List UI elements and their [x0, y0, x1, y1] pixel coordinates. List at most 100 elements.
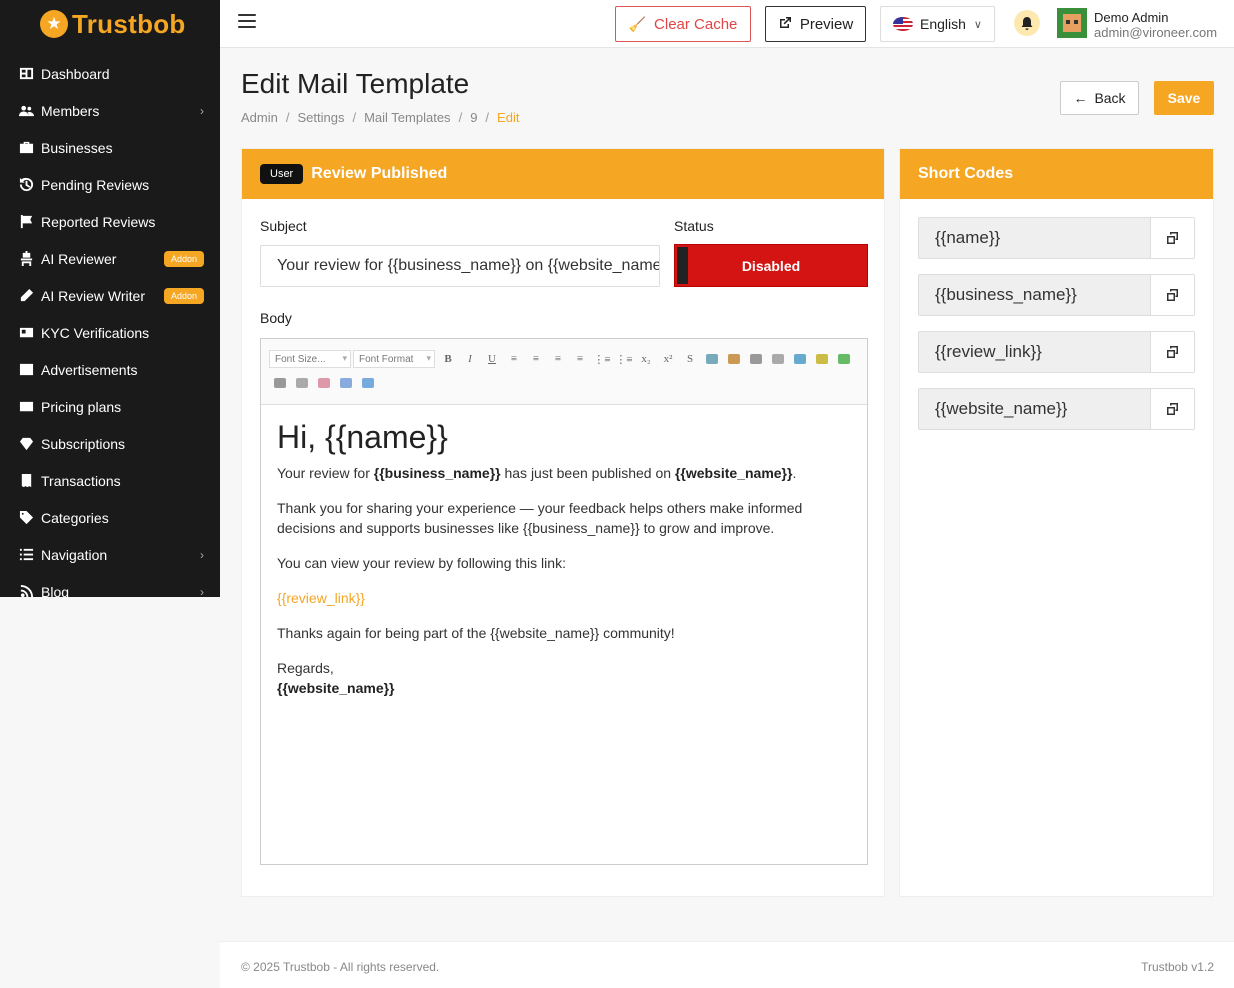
sidebar-item-pending-reviews[interactable]: Pending Reviews	[0, 166, 220, 203]
clear-cache-button[interactable]: 🧹 Clear Cache	[615, 6, 751, 42]
preview-button[interactable]: Preview	[765, 6, 866, 42]
sidebar-item-label: AI Reviewer	[41, 250, 117, 267]
ordered-list-button[interactable]: ⋮≡	[591, 350, 613, 368]
subject-input[interactable]: Your review for {{business_name}} on {{w…	[260, 245, 660, 287]
sidebar-item-label: Pricing plans	[41, 398, 122, 415]
briefcase-icon	[18, 140, 34, 156]
sidebar-item-ai-reviewer[interactable]: AI Reviewer Addon	[0, 240, 220, 277]
user-email: admin@vironeer.com	[1094, 25, 1218, 40]
language-select[interactable]: English ∨	[880, 6, 995, 42]
breadcrumb-item[interactable]: 9	[470, 110, 477, 125]
file-icon[interactable]	[340, 378, 352, 388]
email-icon[interactable]	[362, 378, 374, 388]
editor-content[interactable]: Hi, {{name}} Your review for {{business_…	[261, 405, 867, 710]
short-code-text[interactable]: {{website_name}}	[919, 389, 1150, 429]
edit-icon[interactable]	[816, 354, 828, 364]
status-toggle[interactable]: Disabled	[674, 244, 868, 287]
indent-icon[interactable]	[750, 354, 762, 364]
strikethrough-button[interactable]: S	[679, 350, 701, 368]
sidebar-item-subscriptions[interactable]: Subscriptions	[0, 425, 220, 462]
back-button[interactable]: ← Back	[1060, 81, 1139, 115]
underline-button[interactable]: U	[481, 350, 503, 368]
sidebar-item-advertisements[interactable]: Advertisements	[0, 351, 220, 388]
breadcrumb-separator: /	[485, 110, 490, 125]
sidebar-item-reported-reviews[interactable]: Reported Reviews	[0, 203, 220, 240]
preview-label: Preview	[799, 15, 854, 33]
tag-icon	[18, 510, 34, 526]
menu-toggle-icon[interactable]	[238, 14, 256, 32]
topbar: 🧹 Clear Cache Preview English ∨ Demo Adm…	[220, 0, 1234, 48]
breadcrumb-item[interactable]: Settings	[297, 110, 344, 125]
outdent-icon[interactable]	[772, 354, 784, 364]
ad-icon	[18, 362, 34, 378]
italic-button[interactable]: I	[459, 350, 481, 368]
email-signature: {{website_name}}	[277, 680, 395, 696]
short-code-text[interactable]: {{name}}	[919, 218, 1150, 258]
sidebar-item-blog[interactable]: Blog ›	[0, 573, 220, 597]
font-size-select[interactable]: Font Size...	[269, 350, 351, 368]
id-card-icon	[18, 325, 34, 341]
chevron-right-icon: ›	[200, 547, 204, 562]
superscript-button[interactable]: x²	[657, 350, 679, 368]
sidebar-item-categories[interactable]: Categories	[0, 499, 220, 536]
short-codes-header: Short Codes	[900, 149, 1213, 199]
body-label: Body	[260, 310, 292, 326]
copy-icon[interactable]	[1150, 332, 1194, 372]
breadcrumb-item[interactable]: Mail Templates	[364, 110, 450, 125]
justify-button[interactable]: ≡	[569, 350, 591, 368]
hr-icon[interactable]	[794, 354, 806, 364]
short-code-text[interactable]: {{business_name}}	[919, 275, 1150, 315]
back-label: Back	[1094, 90, 1126, 106]
unlink-icon[interactable]	[728, 354, 740, 364]
short-code-item: {{website_name}}	[918, 388, 1195, 430]
user-avatar[interactable]	[1057, 8, 1087, 38]
p1-text: Your review for	[277, 465, 374, 481]
breadcrumb-item[interactable]: Admin	[241, 110, 278, 125]
sidebar-item-label: Subscriptions	[41, 435, 126, 452]
star-icon: ★	[40, 10, 68, 38]
subscript-button[interactable]: x₂	[635, 350, 657, 368]
unlink-icon[interactable]	[296, 378, 308, 388]
sidebar-item-dashboard[interactable]: Dashboard	[0, 55, 220, 92]
sidebar-item-label: Categories	[41, 509, 109, 526]
sidebar-item-kyc-verifications[interactable]: KYC Verifications	[0, 314, 220, 351]
link-icon[interactable]	[274, 378, 286, 388]
sidebar-item-pricing-plans[interactable]: Pricing plans	[0, 388, 220, 425]
insert-icon[interactable]	[838, 354, 850, 364]
save-button[interactable]: Save	[1154, 81, 1214, 115]
copy-icon[interactable]	[1150, 218, 1194, 258]
align-left-button[interactable]: ≡	[503, 350, 525, 368]
p1-text-2: has just been published on	[500, 465, 675, 481]
align-center-button[interactable]: ≡	[525, 350, 547, 368]
image-icon[interactable]	[706, 354, 718, 364]
page-title: Edit Mail Template	[241, 68, 470, 99]
sidebar-item-ai-review-writer[interactable]: AI Review Writer Addon	[0, 277, 220, 314]
gem-icon	[18, 436, 34, 452]
bold-button[interactable]: B	[437, 350, 459, 368]
broom-icon: 🧹	[628, 15, 647, 32]
align-right-button[interactable]: ≡	[547, 350, 569, 368]
sidebar-item-label: Dashboard	[41, 65, 110, 82]
short-code-text[interactable]: {{review_link}}	[919, 332, 1150, 372]
copy-icon[interactable]	[1150, 389, 1194, 429]
status-value: Disabled	[741, 257, 801, 274]
notification-bell-icon[interactable]	[1014, 10, 1040, 36]
copy-icon[interactable]	[1150, 275, 1194, 315]
palette-icon[interactable]	[318, 378, 330, 388]
short-code-item: {{business_name}}	[918, 274, 1195, 316]
sidebar-item-transactions[interactable]: Transactions	[0, 462, 220, 499]
short-codes-card: Short Codes {{name}} {{business_name}} {{r…	[899, 148, 1214, 897]
sidebar-item-navigation[interactable]: Navigation ›	[0, 536, 220, 573]
arrow-left-icon: ←	[1073, 90, 1088, 106]
sidebar-item-businesses[interactable]: Businesses	[0, 129, 220, 166]
sidebar-item-members[interactable]: Members ›	[0, 92, 220, 129]
breadcrumb-separator: /	[285, 110, 290, 125]
font-format-select[interactable]: Font Format	[353, 350, 435, 368]
user-name[interactable]: Demo Admin	[1094, 10, 1168, 25]
addon-badge: Addon	[163, 250, 204, 267]
unordered-list-button[interactable]: ⋮≡	[613, 350, 635, 368]
brand-logo[interactable]: ★ Trustbob	[0, 0, 220, 48]
review-link[interactable]: {{review_link}}	[277, 588, 851, 608]
breadcrumb-separator: /	[458, 110, 463, 125]
user-badge: User	[260, 164, 304, 184]
